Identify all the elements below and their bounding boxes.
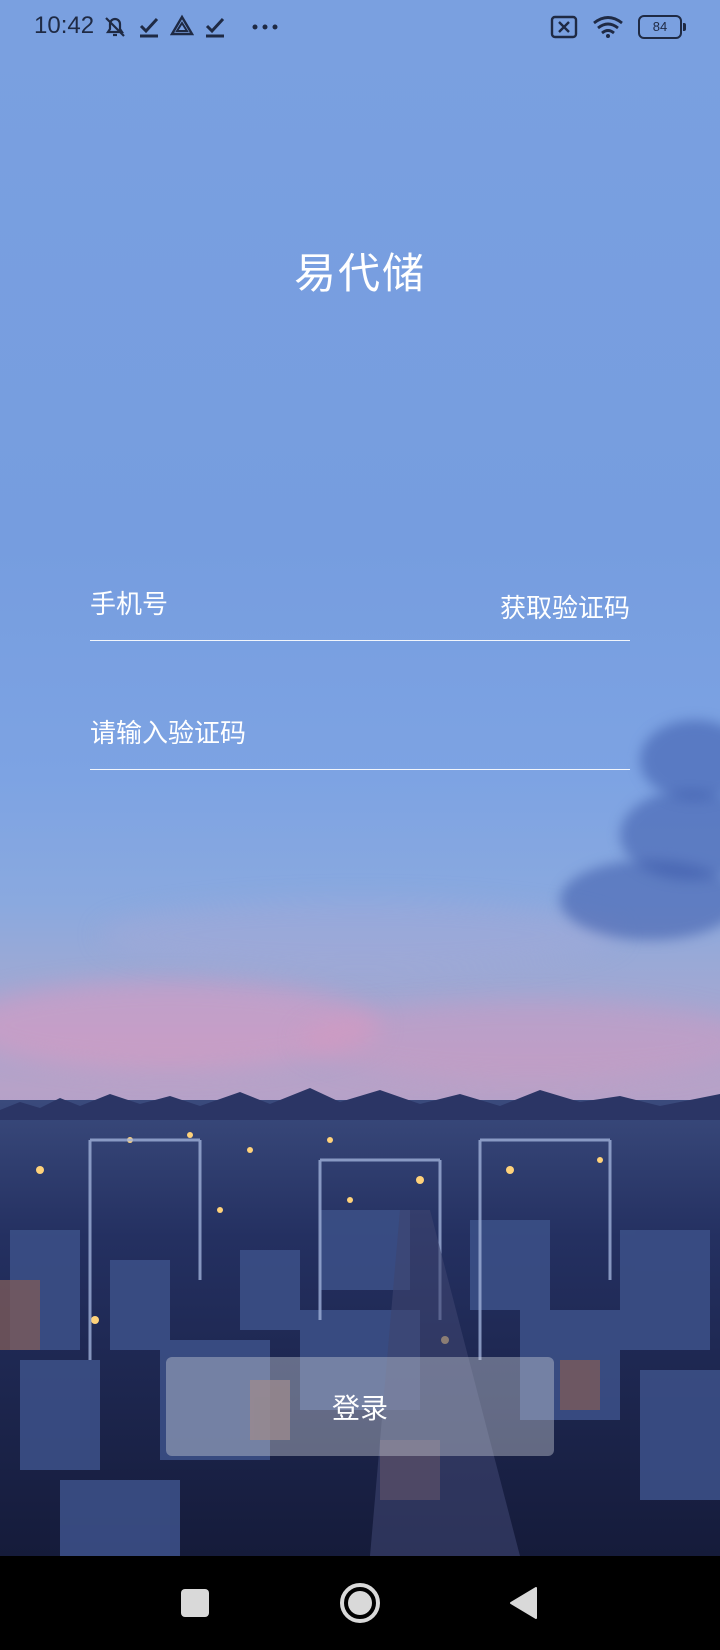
silent-mode-icon — [105, 17, 125, 37]
recent-apps-button[interactable] — [155, 1556, 235, 1650]
port-cityscape — [0, 1088, 720, 1556]
get-code-button[interactable]: 获取验证码 — [500, 588, 630, 625]
status-system-icons: 84 — [550, 14, 686, 40]
more-dots-icon — [252, 24, 278, 30]
navigation-bar — [0, 1556, 720, 1650]
check-icon — [205, 17, 225, 38]
phone-input[interactable] — [90, 580, 450, 630]
status-notification-icons — [102, 14, 280, 40]
sim-off-icon — [550, 15, 578, 39]
battery-icon: 84 — [638, 15, 686, 39]
code-input[interactable] — [90, 709, 450, 759]
status-time: 10:42 — [34, 12, 95, 39]
login-button[interactable]: 登录 — [166, 1357, 554, 1456]
status-bar: 10:42 84 — [0, 0, 720, 56]
wifi-icon — [593, 16, 623, 38]
code-field-row — [90, 699, 630, 770]
home-button[interactable] — [320, 1556, 400, 1650]
phone-field-row: 获取验证码 — [90, 570, 630, 641]
check-icon — [139, 17, 159, 38]
drive-icon — [170, 14, 194, 36]
back-button[interactable] — [483, 1556, 563, 1650]
back-icon — [510, 1587, 537, 1619]
login-screen: 10:42 84 易代储 手机号 获取验证码 请输入验证码 登录 — [0, 0, 720, 1556]
app-title: 易代储 — [293, 249, 426, 298]
home-icon — [340, 1583, 380, 1623]
recent-apps-icon — [181, 1589, 209, 1617]
